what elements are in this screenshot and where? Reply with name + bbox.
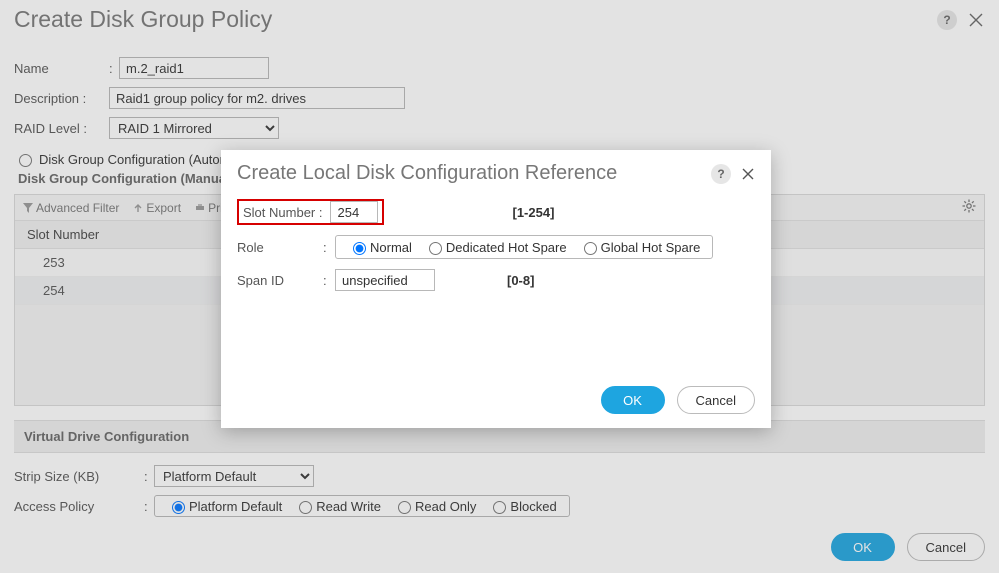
access-policy-label: Access Policy	[14, 499, 144, 514]
role-global-radio[interactable]	[584, 242, 597, 255]
role-label: Role	[237, 240, 323, 255]
modal-title: Create Local Disk Configuration Referenc…	[237, 162, 617, 185]
help-icon[interactable]: ?	[937, 10, 957, 30]
gear-icon[interactable]	[962, 199, 976, 216]
raid-level-label: RAID Level :	[14, 121, 109, 136]
ok-button[interactable]: OK	[831, 533, 895, 561]
dialog-header: Create Disk Group Policy ?	[0, 0, 999, 49]
description-label: Description :	[14, 91, 109, 106]
export-button[interactable]: Export	[133, 201, 181, 215]
cancel-button[interactable]: Cancel	[677, 386, 755, 414]
role-dedicated-radio[interactable]	[429, 242, 442, 255]
strip-size-select[interactable]: Platform Default	[154, 465, 314, 487]
span-id-field[interactable]	[335, 269, 435, 291]
access-platform-default-radio[interactable]	[172, 501, 185, 514]
slot-number-highlight: Slot Number :	[237, 199, 384, 225]
name-label: Name	[14, 61, 109, 76]
access-policy-group: Platform Default Read Write Read Only Bl…	[154, 495, 570, 517]
slot-number-field[interactable]	[330, 201, 378, 223]
role-normal-radio[interactable]	[353, 242, 366, 255]
cfg-auto-radio[interactable]	[19, 154, 32, 167]
close-icon[interactable]	[741, 167, 755, 181]
cancel-button[interactable]: Cancel	[907, 533, 985, 561]
access-read-write-radio[interactable]	[299, 501, 312, 514]
role-group: Normal Dedicated Hot Spare Global Hot Sp…	[335, 235, 713, 259]
access-read-only-radio[interactable]	[398, 501, 411, 514]
span-id-range: [0-8]	[507, 273, 534, 288]
help-icon[interactable]: ?	[711, 164, 731, 184]
access-blocked-radio[interactable]	[493, 501, 506, 514]
close-icon[interactable]	[967, 11, 985, 29]
description-field[interactable]	[109, 87, 405, 109]
create-local-disk-ref-dialog: Create Local Disk Configuration Referenc…	[221, 150, 771, 428]
advanced-filter-button[interactable]: Advanced Filter	[23, 201, 119, 215]
name-field[interactable]	[119, 57, 269, 79]
span-id-label: Span ID	[237, 273, 323, 288]
ok-button[interactable]: OK	[601, 386, 665, 414]
raid-level-select[interactable]: RAID 1 Mirrored	[109, 117, 279, 139]
slot-number-label: Slot Number :	[243, 205, 322, 220]
slot-number-range: [1-254]	[512, 205, 554, 220]
dialog-title: Create Disk Group Policy	[14, 6, 272, 33]
strip-size-label: Strip Size (KB)	[14, 469, 144, 484]
